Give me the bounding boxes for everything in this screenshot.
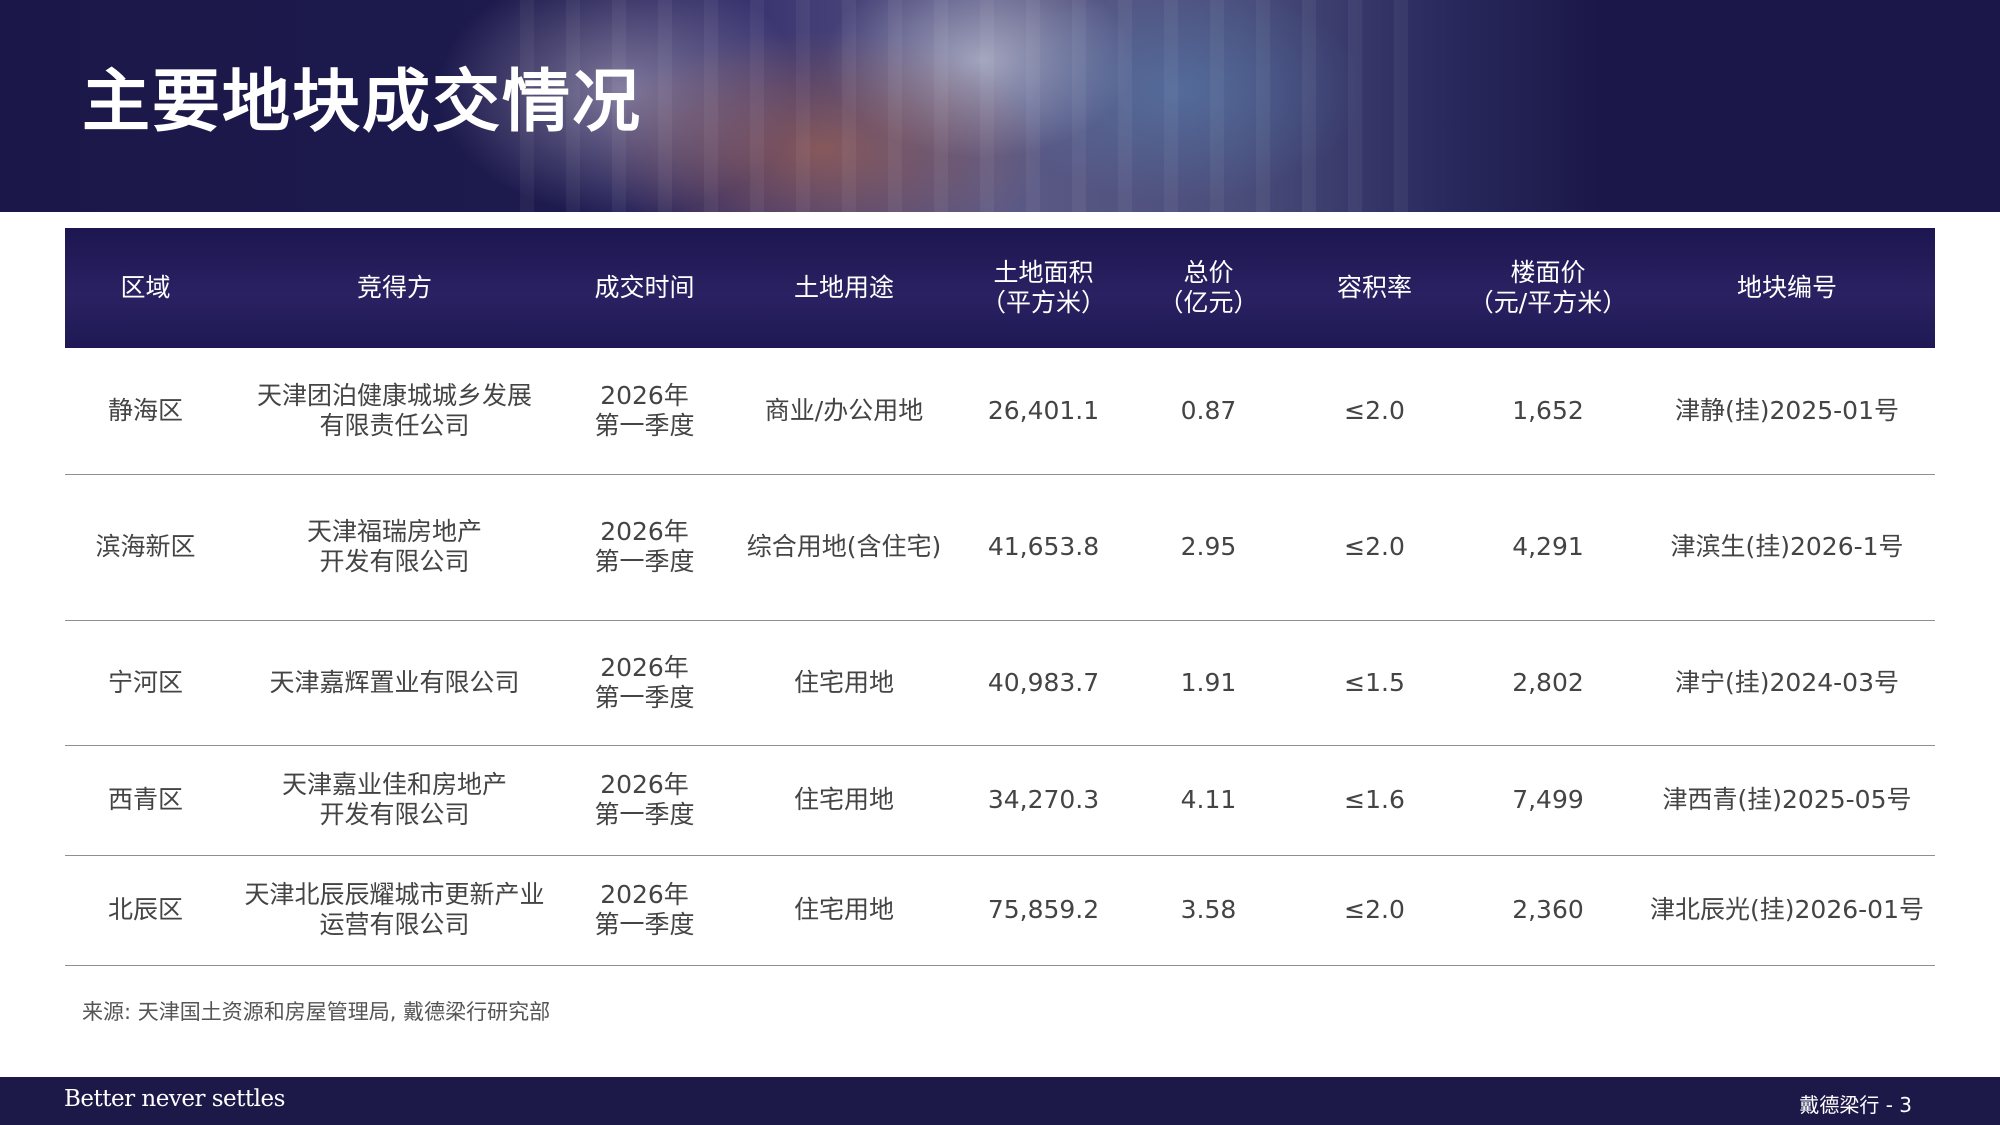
land-deals-table: 区域 竞得方 成交时间 土地用途 土地面积 （平方米） 总价 （亿元） 容积率 楼面… — [65, 228, 1935, 966]
cell-district: 滨海新区 — [65, 474, 226, 621]
cell-floor-price: 7,499 — [1457, 745, 1639, 856]
table-row: 静海区 天津团泊健康城城乡发展 有限责任公司 2026年 第一季度 商业/办公用地 … — [65, 348, 1935, 475]
cell-far: ≤2.0 — [1292, 855, 1457, 966]
column-header-time: 成交时间 — [563, 228, 726, 348]
column-header-use: 土地用途 — [726, 228, 962, 348]
column-header-area: 土地面积 （平方米） — [962, 228, 1125, 348]
cell-district: 北辰区 — [65, 855, 226, 966]
cell-buyer: 天津嘉业佳和房地产 开发有限公司 — [226, 745, 563, 856]
cell-far: ≤2.0 — [1292, 474, 1457, 621]
cell-area: 34,270.3 — [962, 745, 1125, 856]
cell-price: 1.91 — [1125, 620, 1292, 746]
cell-use: 综合用地(含住宅) — [726, 474, 962, 621]
cell-far: ≤2.0 — [1292, 348, 1457, 475]
cell-district: 西青区 — [65, 745, 226, 856]
cell-buyer: 天津团泊健康城城乡发展 有限责任公司 — [226, 348, 563, 475]
cell-area: 75,859.2 — [962, 855, 1125, 966]
cell-far: ≤1.6 — [1292, 745, 1457, 856]
cell-floor-price: 2,360 — [1457, 855, 1639, 966]
column-header-plot-no: 地块编号 — [1639, 228, 1935, 348]
page-title: 主要地块成交情况 — [82, 63, 643, 142]
cell-district: 宁河区 — [65, 620, 226, 746]
footer-page-label: 戴德梁行 - 3 — [1799, 1093, 1912, 1117]
source-note: 来源: 天津国土资源和房屋管理局, 戴德梁行研究部 — [82, 1000, 551, 1024]
cell-floor-price: 4,291 — [1457, 474, 1639, 621]
cell-time: 2026年 第一季度 — [563, 620, 726, 746]
table-header-row: 区域 竞得方 成交时间 土地用途 土地面积 （平方米） 总价 （亿元） 容积率 楼面… — [65, 228, 1935, 348]
cell-time: 2026年 第一季度 — [563, 348, 726, 475]
column-header-floor-price: 楼面价 （元/平方米） — [1457, 228, 1639, 348]
cell-time: 2026年 第一季度 — [563, 745, 726, 856]
cell-use: 住宅用地 — [726, 620, 962, 746]
cell-plot-no: 津西青(挂)2025-05号 — [1639, 745, 1935, 856]
cell-price: 3.58 — [1125, 855, 1292, 966]
cell-buyer: 天津福瑞房地产 开发有限公司 — [226, 474, 563, 621]
table-row: 西青区 天津嘉业佳和房地产 开发有限公司 2026年 第一季度 住宅用地 34,27… — [65, 745, 1935, 856]
cell-price: 0.87 — [1125, 348, 1292, 475]
cell-time: 2026年 第一季度 — [563, 855, 726, 966]
cell-plot-no: 津静(挂)2025-01号 — [1639, 348, 1935, 475]
cell-price: 4.11 — [1125, 745, 1292, 856]
cell-time: 2026年 第一季度 — [563, 474, 726, 621]
cell-use: 住宅用地 — [726, 745, 962, 856]
table-row: 滨海新区 天津福瑞房地产 开发有限公司 2026年 第一季度 综合用地(含住宅) 4… — [65, 474, 1935, 621]
cell-plot-no: 津滨生(挂)2026-1号 — [1639, 474, 1935, 621]
footer-tagline: Better never settles — [64, 1086, 285, 1112]
column-header-buyer: 竞得方 — [226, 228, 563, 348]
table-row: 北辰区 天津北辰辰耀城市更新产业 运营有限公司 2026年 第一季度 住宅用地 75… — [65, 855, 1935, 966]
cell-floor-price: 1,652 — [1457, 348, 1639, 475]
header-banner: 主要地块成交情况 — [0, 0, 2000, 212]
cell-use: 住宅用地 — [726, 855, 962, 966]
cell-floor-price: 2,802 — [1457, 620, 1639, 746]
cell-buyer: 天津嘉辉置业有限公司 — [226, 620, 563, 746]
cell-plot-no: 津宁(挂)2024-03号 — [1639, 620, 1935, 746]
column-header-price: 总价 （亿元） — [1125, 228, 1292, 348]
cell-area: 26,401.1 — [962, 348, 1125, 475]
cell-area: 40,983.7 — [962, 620, 1125, 746]
cell-buyer: 天津北辰辰耀城市更新产业 运营有限公司 — [226, 855, 563, 966]
cell-price: 2.95 — [1125, 474, 1292, 621]
cell-plot-no: 津北辰光(挂)2026-01号 — [1639, 855, 1935, 966]
table-row: 宁河区 天津嘉辉置业有限公司 2026年 第一季度 住宅用地 40,983.7 1… — [65, 620, 1935, 746]
cell-use: 商业/办公用地 — [726, 348, 962, 475]
column-header-district: 区域 — [65, 228, 226, 348]
banner-photo-crowd — [520, 0, 1420, 212]
footer-bar: Better never settles 戴德梁行 - 3 — [0, 1077, 2000, 1125]
cell-area: 41,653.8 — [962, 474, 1125, 621]
column-header-far: 容积率 — [1292, 228, 1457, 348]
cell-far: ≤1.5 — [1292, 620, 1457, 746]
cell-district: 静海区 — [65, 348, 226, 475]
